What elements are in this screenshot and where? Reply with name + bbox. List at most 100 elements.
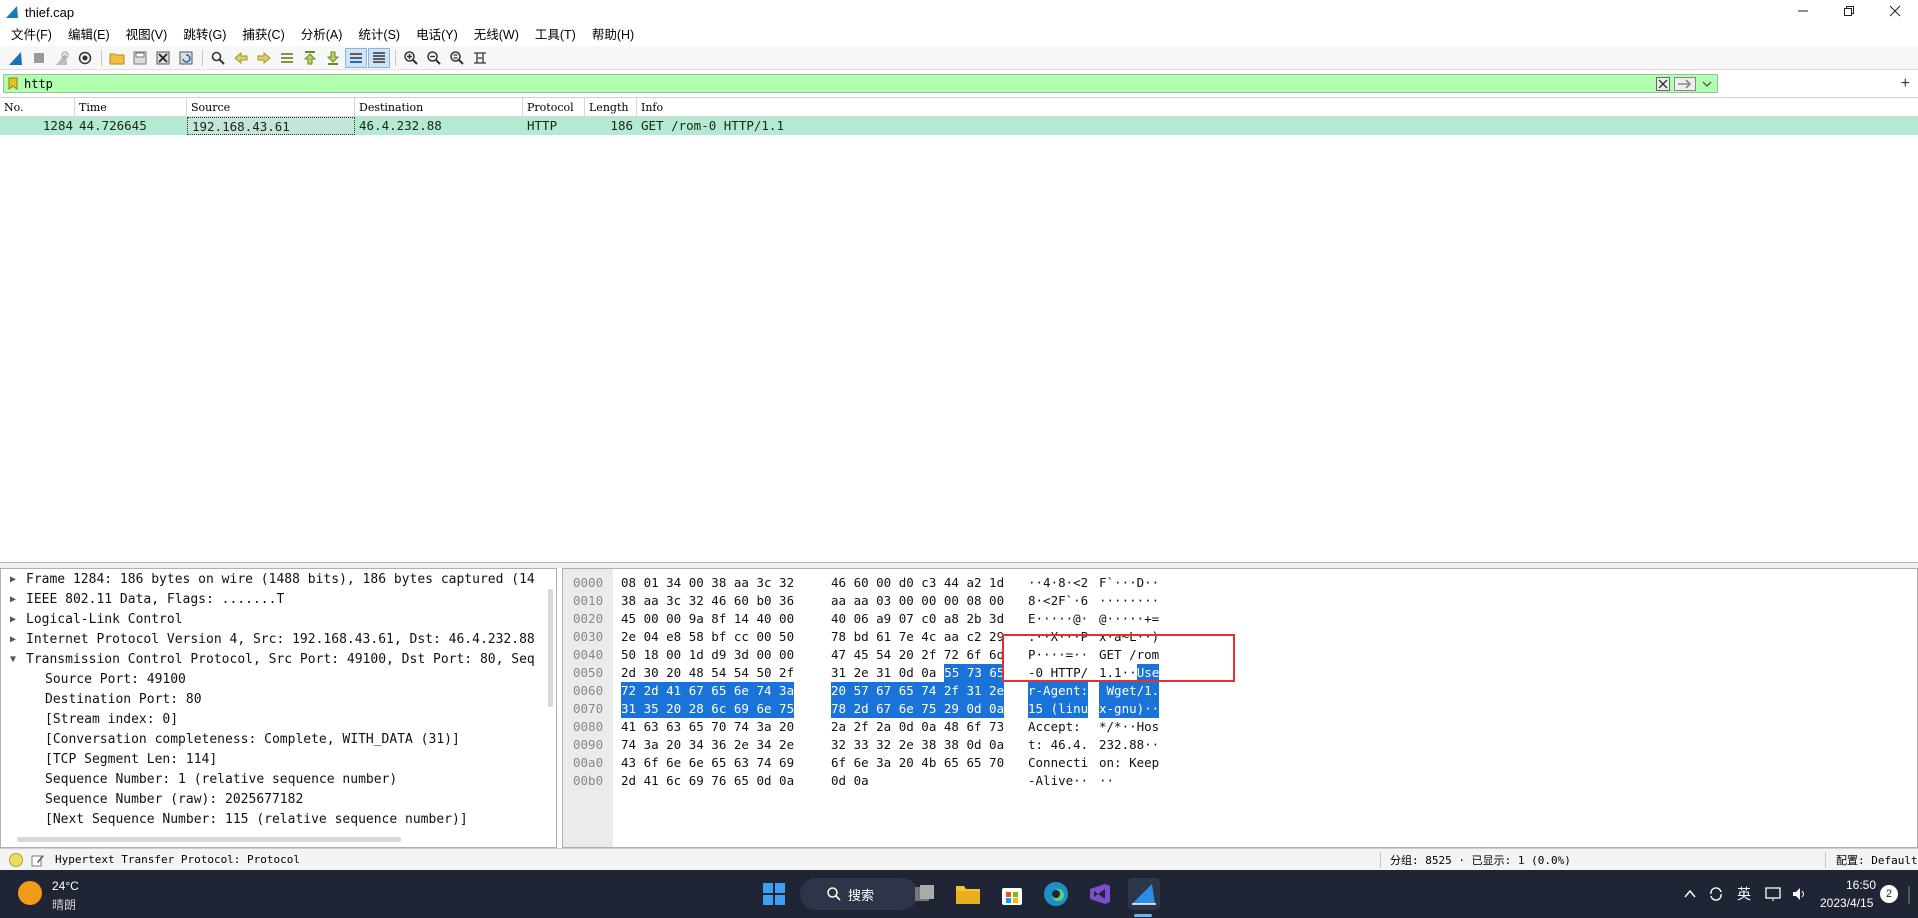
taskbar-search-box[interactable]: 搜索: [800, 878, 918, 910]
zoom-in-button[interactable]: [400, 48, 422, 68]
hex-ascii[interactable]: 15 (linu: [1028, 700, 1089, 718]
hex-bytes[interactable]: 2d 30 20 48 54 54 50 2f: [621, 664, 794, 682]
expert-info-indicator[interactable]: [9, 852, 23, 867]
menu-help[interactable]: 帮助(H): [584, 24, 642, 46]
hex-ascii[interactable]: ··4·8·<2: [1028, 574, 1088, 592]
tree-item-ieee80211[interactable]: ▶ IEEE 802.11 Data, Flags: .......T: [1, 589, 556, 609]
hex-ascii[interactable]: -Alive··: [1028, 772, 1088, 790]
menu-view[interactable]: 视图(V): [118, 24, 176, 46]
hex-offset[interactable]: 0080: [573, 718, 603, 736]
save-file-button[interactable]: [129, 48, 151, 68]
hex-offset[interactable]: 0070: [573, 700, 603, 718]
hex-ascii[interactable]: 232.88··: [1099, 736, 1159, 754]
hex-ascii[interactable]: E·····@·: [1028, 610, 1088, 628]
hex-bytes[interactable]: 6f 6e 3a 20 4b 65 65 70: [831, 754, 1004, 772]
filter-history-dropdown[interactable]: [1699, 76, 1715, 92]
chevron-right-icon[interactable]: ▶: [6, 574, 20, 585]
stop-capture-button[interactable]: [28, 48, 50, 68]
chevron-right-icon[interactable]: ▶: [6, 594, 20, 605]
hex-bytes[interactable]: 50 18 00 1d d9 3d 00 00: [621, 646, 794, 664]
weather-sun-icon[interactable]: [18, 881, 42, 905]
close-file-button[interactable]: [152, 48, 174, 68]
menu-edit[interactable]: 编辑(E): [60, 24, 118, 46]
apply-filter-button[interactable]: [1673, 76, 1697, 92]
minimize-button[interactable]: [1780, 0, 1826, 22]
hex-offset[interactable]: 0060: [573, 682, 603, 700]
capture-options-button[interactable]: [74, 48, 96, 68]
menu-tools[interactable]: 工具(T): [527, 24, 584, 46]
hex-ascii[interactable]: */*··Hos: [1099, 718, 1159, 736]
column-destination[interactable]: Destination: [355, 98, 523, 116]
go-forward-button[interactable]: [253, 48, 275, 68]
display-filter-input[interactable]: [24, 75, 1655, 92]
taskbar-store[interactable]: [996, 878, 1028, 910]
tree-field-src-port[interactable]: Source Port: 49100: [1, 669, 556, 689]
hex-bytes[interactable]: 32 33 32 2e 38 38 0d 0a: [831, 736, 1004, 754]
restore-button[interactable]: [1826, 0, 1872, 22]
show-desktop-edge[interactable]: [1908, 886, 1910, 904]
ime-indicator[interactable]: 英: [1737, 884, 1751, 904]
hex-bytes[interactable]: 2d 41 6c 69 76 65 0d 0a: [621, 772, 794, 790]
hex-ascii[interactable]: @·····+=: [1099, 610, 1159, 628]
colorize-button[interactable]: [368, 47, 390, 68]
tree-field-dst-port[interactable]: Destination Port: 80: [1, 689, 556, 709]
hex-bytes[interactable]: 43 6f 6e 6e 65 63 74 69: [621, 754, 794, 772]
weather-temperature[interactable]: 24°C: [52, 879, 79, 893]
hex-bytes[interactable]: 74 3a 20 34 36 2e 34 2e: [621, 736, 794, 754]
find-packet-button[interactable]: [207, 48, 229, 68]
hex-offset[interactable]: 0030: [573, 628, 603, 646]
taskbar-edge[interactable]: [1040, 878, 1072, 910]
tree-field-seq-number[interactable]: Sequence Number: 1 (relative sequence nu…: [1, 769, 556, 789]
chevron-right-icon[interactable]: ▶: [6, 634, 20, 645]
hex-bytes[interactable]: 41 63 63 65 70 74 3a 20: [621, 718, 794, 736]
taskbar-task-view[interactable]: [908, 878, 940, 910]
hex-bytes[interactable]: 78 bd 61 7e 4c aa c2 29: [831, 628, 1004, 646]
zoom-out-button[interactable]: [423, 48, 445, 68]
hex-bytes[interactable]: 72 2d 41 67 65 6e 74 3a: [621, 682, 795, 700]
hex-bytes[interactable]: 47 45 54 20 2f 72 6f 6d: [831, 646, 1004, 664]
start-capture-button[interactable]: [5, 48, 27, 68]
taskbar-visual-studio[interactable]: [1084, 878, 1116, 910]
packet-row[interactable]: 1284 44.726645 192.168.43.61 46.4.232.88…: [0, 117, 1918, 135]
autoscroll-button[interactable]: [345, 47, 367, 68]
sync-icon[interactable]: [1707, 885, 1725, 903]
hex-bytes[interactable]: 20 57 67 65 74 2f 31 2e: [831, 682, 1005, 700]
hex-ascii[interactable]: F`···D··: [1099, 574, 1159, 592]
hex-ascii[interactable]: x-gnu)··: [1099, 700, 1160, 718]
go-to-packet-button[interactable]: [276, 48, 298, 68]
hex-ascii[interactable]: on: Keep: [1099, 754, 1159, 772]
restart-capture-button[interactable]: [51, 48, 73, 68]
hex-offset[interactable]: 0000: [573, 574, 603, 592]
go-back-button[interactable]: [230, 48, 252, 68]
hex-offset[interactable]: 0050: [573, 664, 603, 682]
display-filter-field[interactable]: [3, 74, 1718, 93]
taskbar-wireshark[interactable]: [1128, 878, 1160, 910]
last-packet-button[interactable]: [322, 48, 344, 68]
resize-columns-button[interactable]: [469, 48, 491, 68]
first-packet-button[interactable]: [299, 48, 321, 68]
speaker-icon[interactable]: [1791, 886, 1809, 902]
hex-offset[interactable]: 00b0: [573, 772, 603, 790]
start-button[interactable]: [758, 878, 790, 910]
tree-field-stream-index[interactable]: [Stream index: 0]: [1, 709, 556, 729]
tree-field-next-seq[interactable]: [Next Sequence Number: 115 (relative seq…: [1, 809, 556, 829]
chevron-down-icon[interactable]: ▼: [6, 654, 20, 665]
hex-offset[interactable]: 00a0: [573, 754, 603, 772]
chevron-right-icon[interactable]: ▶: [6, 614, 20, 625]
bookmark-icon[interactable]: [8, 77, 18, 90]
reload-file-button[interactable]: [175, 48, 197, 68]
menu-wireless[interactable]: 无线(W): [466, 24, 527, 46]
hex-bytes[interactable]: 46 60 00 d0 c3 44 a2 1d: [831, 574, 1004, 592]
close-window-button[interactable]: [1872, 0, 1918, 22]
tree-field-segment-len[interactable]: [TCP Segment Len: 114]: [1, 749, 556, 769]
hex-bytes-selected[interactable]: 55 73 65: [944, 664, 1005, 682]
hex-ascii[interactable]: r-Agent:: [1028, 682, 1089, 700]
column-length[interactable]: Length: [585, 98, 637, 116]
clear-filter-button[interactable]: [1655, 76, 1671, 92]
menu-file[interactable]: 文件(F): [3, 24, 60, 46]
weather-description[interactable]: 晴朗: [52, 896, 76, 913]
hex-ascii[interactable]: ········: [1099, 592, 1159, 610]
hex-bytes[interactable]: 31 35 20 28 6c 69 6e 75: [621, 700, 795, 718]
edit-comment-icon[interactable]: [31, 853, 45, 867]
menu-go[interactable]: 跳转(G): [175, 24, 234, 46]
